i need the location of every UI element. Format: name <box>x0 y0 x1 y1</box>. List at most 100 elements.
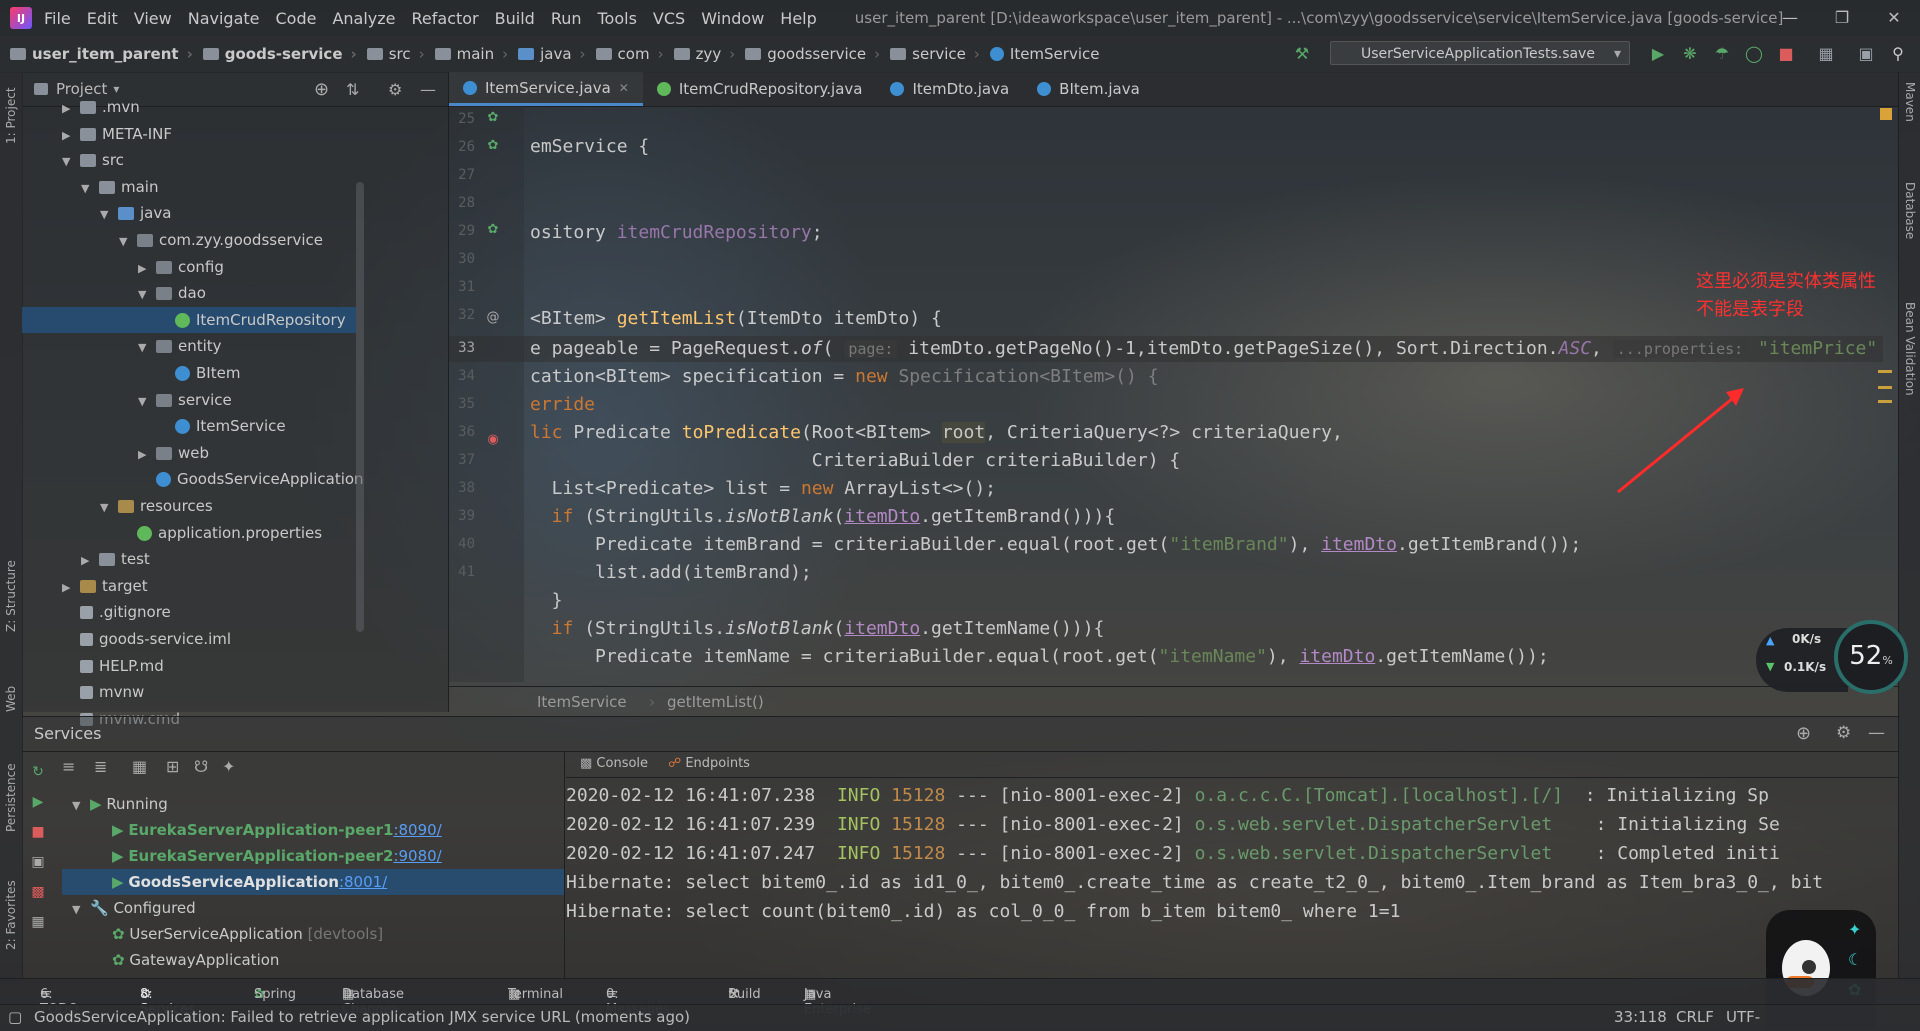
service-item[interactable]: ✿ GatewayApplication <box>112 947 279 973</box>
chevron-right-icon[interactable]: ▶ <box>138 256 156 282</box>
project-tree-item[interactable]: ▼ java <box>100 200 171 226</box>
pet-moon-icon[interactable]: ☾ <box>1848 950 1862 969</box>
project-tree-item[interactable]: HELP.md <box>62 653 164 679</box>
file-encoding[interactable]: UTF- <box>1726 1008 1760 1026</box>
project-tree-item[interactable]: ▶ test <box>81 546 150 572</box>
chevron-down-icon[interactable]: ▼ <box>138 282 156 308</box>
service-port-link[interactable]: :8090/ <box>393 821 441 839</box>
breadcrumb-zyy[interactable]: zyy › <box>673 45 735 63</box>
service-port-link[interactable]: :8001/ <box>339 873 387 891</box>
tab-bitem[interactable]: BItem.java <box>1023 72 1154 106</box>
locate-icon[interactable]: ⊕ <box>314 79 329 100</box>
chevron-down-icon[interactable]: ▼ <box>100 495 118 521</box>
breadcrumb-itemservice[interactable]: ItemService <box>989 45 1099 63</box>
breadcrumb-goodsservice[interactable]: goodsservice › <box>745 45 880 63</box>
gear-icon[interactable]: ⚙ <box>1836 723 1851 743</box>
settings-tree-icon[interactable]: ✦ <box>222 757 235 776</box>
project-tree-item[interactable]: .gitignore <box>62 599 171 625</box>
stop-icon[interactable]: ■ <box>1776 44 1796 64</box>
breadcrumb-module[interactable]: goods-service › <box>202 45 357 63</box>
project-tree-item[interactable]: ItemService <box>157 413 286 439</box>
collapse-all-icon[interactable]: ≣ <box>94 757 107 776</box>
service-item-selected[interactable]: ▶ GoodsServiceApplication:8001/ <box>62 869 564 895</box>
rerun-icon[interactable]: ↻ <box>30 757 46 787</box>
collapse-all-icon[interactable]: ⇅ <box>346 80 359 99</box>
project-tree-item[interactable]: ▼ entity <box>138 333 222 359</box>
tree-scrollbar[interactable] <box>356 182 364 632</box>
service-item[interactable]: ▶ EurekaServerApplication-peer1:8090/ <box>112 817 442 843</box>
chevron-down-icon[interactable]: ▼ <box>138 389 156 415</box>
project-tree-item[interactable]: ▶ web <box>138 440 209 466</box>
bean-icon[interactable]: ✿ <box>485 222 501 238</box>
add-service-icon[interactable]: ⊕ <box>1796 723 1811 744</box>
tool-maven-tab[interactable]: Maven <box>1903 82 1917 122</box>
project-structure-icon[interactable]: ▦ <box>1816 44 1836 64</box>
caret-position[interactable]: 33:118 <box>1614 1008 1667 1026</box>
tool-persistence-tab[interactable]: Persistence <box>4 763 18 832</box>
project-tree-item[interactable]: BItem <box>157 360 240 386</box>
status-message[interactable]: GoodsServiceApplication: Failed to retri… <box>34 1008 690 1026</box>
menu-vcs[interactable]: VCS <box>653 9 685 28</box>
project-tree-item[interactable]: goods-service.iml <box>62 626 231 652</box>
endpoints-tab[interactable]: ☍ Endpoints <box>668 756 750 771</box>
chevron-right-icon[interactable]: ▶ <box>81 548 99 574</box>
service-port-link[interactable]: :9080/ <box>393 847 441 865</box>
breadcrumb-main[interactable]: main › <box>434 45 508 63</box>
breadcrumb-method[interactable]: getItemList() <box>667 693 764 711</box>
menu-help[interactable]: Help <box>780 9 816 28</box>
override-icon[interactable]: @ <box>485 310 501 326</box>
camera-icon[interactable]: ▣ <box>30 847 46 877</box>
menu-code[interactable]: Code <box>276 9 317 28</box>
service-item[interactable]: ✿ UserServiceApplication [devtools] <box>112 921 383 947</box>
stop-icon[interactable]: ■ <box>30 817 46 847</box>
chevron-right-icon[interactable]: ▶ <box>62 575 80 601</box>
breadcrumb-service[interactable]: service › <box>890 45 980 63</box>
layout-icon[interactable]: ▣ <box>1856 44 1876 64</box>
hide-panel-icon[interactable]: — <box>1868 723 1885 743</box>
bean-icon[interactable]: ✿ <box>485 138 501 154</box>
project-tree-item[interactable]: ▶ .mvn <box>62 94 140 120</box>
run-icon[interactable]: ▶ <box>1648 44 1668 64</box>
layout-icon[interactable]: ▦ <box>30 907 46 937</box>
tool-database-tab[interactable]: Database <box>1903 182 1917 239</box>
close-tab-icon[interactable]: ✕ <box>619 71 629 105</box>
line-separator[interactable]: CRLF <box>1676 1008 1714 1026</box>
profile-icon[interactable]: ◯ <box>1744 44 1764 64</box>
chevron-down-icon[interactable]: ▼ <box>119 229 137 255</box>
menu-window[interactable]: Window <box>701 9 764 28</box>
project-tree-item[interactable]: ▶ target <box>62 573 148 599</box>
breadcrumb-project[interactable]: user_item_parent › <box>10 45 193 63</box>
run-icon[interactable]: ▶ <box>30 787 46 817</box>
tab-itemservice[interactable]: ItemService.java ✕ <box>449 72 643 106</box>
hide-panel-icon[interactable]: — <box>420 80 436 99</box>
debug-icon[interactable]: ❋ <box>1680 44 1700 64</box>
project-tree-item[interactable]: ▼ src <box>62 147 124 173</box>
tool-favorites-tab[interactable]: 2: Favorites <box>4 880 18 950</box>
menu-refactor[interactable]: Refactor <box>412 9 479 28</box>
tool-structure-tab[interactable]: Z: Structure <box>4 560 18 632</box>
chevron-right-icon[interactable]: ▶ <box>62 96 80 122</box>
restore-icon[interactable]: ❐ <box>1816 0 1868 36</box>
bean-icon[interactable]: ✿ <box>485 110 501 126</box>
breadcrumb-com[interactable]: com › <box>595 45 664 63</box>
exit-icon[interactable]: ▩ <box>30 877 46 907</box>
menu-tools[interactable]: Tools <box>598 9 637 28</box>
gear-icon[interactable]: ⚙ <box>388 80 402 99</box>
project-tree-item[interactable]: ▼ service <box>138 387 232 413</box>
inspection-status-icon[interactable] <box>1880 108 1892 120</box>
chevron-down-icon[interactable]: ▼ <box>62 149 80 175</box>
project-tree-item[interactable]: ▼ resources <box>100 493 213 519</box>
add-service-icon[interactable]: ⊞ <box>166 757 179 776</box>
implements-icon[interactable]: ◉ <box>485 432 501 448</box>
chevron-right-icon[interactable]: ▶ <box>62 123 80 149</box>
close-window-icon[interactable]: ✕ <box>1868 0 1920 36</box>
group-by-icon[interactable]: ▦ <box>132 757 147 776</box>
project-tree-item[interactable]: ▼ dao <box>138 280 206 306</box>
cpu-gauge[interactable]: 52% <box>1834 620 1908 694</box>
chevron-down-icon[interactable]: ▼ <box>100 202 118 228</box>
services-group-configured[interactable]: ▼ 🔧 Configured <box>72 895 196 921</box>
menu-edit[interactable]: Edit <box>87 9 118 28</box>
chevron-down-icon[interactable]: ▼ <box>81 176 99 202</box>
project-tree-item[interactable]: GoodsServiceApplication <box>138 466 364 492</box>
project-tree-item[interactable]: ItemCrudRepository <box>22 306 356 333</box>
